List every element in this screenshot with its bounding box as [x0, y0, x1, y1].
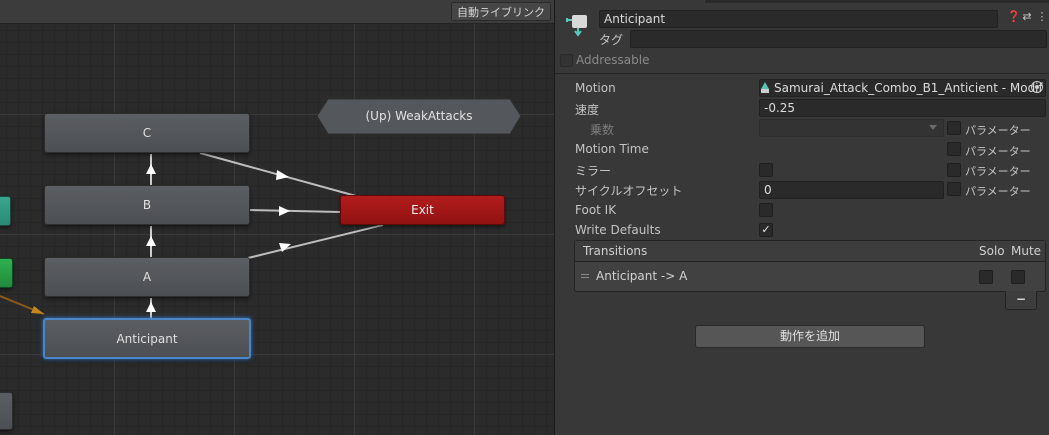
- remove-transition-button[interactable]: −: [1005, 291, 1037, 310]
- speed-field[interactable]: -0.25: [759, 99, 1046, 117]
- tag-field[interactable]: [630, 30, 1047, 48]
- inspector-top-bar: [705, 0, 1049, 3]
- entry-node[interactable]: [0, 258, 13, 288]
- animation-clip-icon: [761, 82, 769, 93]
- state-machine-label: (Up) WeakAttacks: [365, 109, 473, 123]
- mirror-parameter-checkbox[interactable]: [947, 163, 961, 177]
- foot-ik-checkbox[interactable]: [759, 203, 773, 217]
- state-node-label: Anticipant: [116, 331, 178, 346]
- transition-mute-checkbox[interactable]: [1011, 270, 1025, 284]
- exit-node-label: Exit: [411, 203, 434, 217]
- state-node-a[interactable]: A: [44, 257, 250, 297]
- state-node-label: A: [142, 270, 152, 284]
- motion-time-parameter-label: パラメーター: [965, 145, 1031, 158]
- more-icon[interactable]: ⋮: [1036, 10, 1048, 24]
- cycle-offset-field[interactable]: 0: [759, 181, 944, 199]
- multiplier-parameter-label: パラメーター: [965, 124, 1031, 137]
- transition-row-label: Anticipant -> A: [596, 269, 688, 283]
- cycle-offset-label: サイクルオフセット: [575, 184, 683, 198]
- transitions-list: Transitions Solo Mute Anticipant -> A: [574, 240, 1046, 292]
- animator-state-icon: [566, 15, 587, 37]
- mirror-parameter-label: パラメーター: [965, 165, 1031, 178]
- state-node-label: B: [142, 198, 152, 212]
- drag-handle-icon[interactable]: [581, 274, 589, 278]
- any-state-node[interactable]: [0, 196, 11, 226]
- transition-b-to-exit: [249, 209, 342, 213]
- multiplier-dropdown[interactable]: [759, 119, 944, 137]
- write-defaults-checkbox[interactable]: ✓: [759, 223, 773, 237]
- add-behaviour-button[interactable]: 動作を追加: [695, 325, 925, 348]
- foot-ik-label: Foot IK: [575, 203, 617, 217]
- state-node-anticipant[interactable]: Anticipant: [43, 318, 251, 359]
- state-name-field[interactable]: Anticipant: [599, 10, 998, 28]
- solo-column-label: Solo: [979, 244, 1005, 258]
- state-node-b[interactable]: B: [44, 185, 250, 225]
- state-node-c[interactable]: C: [44, 113, 250, 153]
- exit-node[interactable]: Exit: [340, 195, 505, 225]
- motion-field[interactable]: Samurai_Attack_Combo_B1_Anticient - Modi…: [759, 79, 1046, 97]
- speed-label: 速度: [575, 103, 600, 117]
- mute-column-label: Mute: [1011, 244, 1042, 258]
- mirror-label: ミラー: [575, 164, 612, 178]
- addressable-checkbox[interactable]: [560, 54, 573, 67]
- help-icon[interactable]: ❓: [1007, 10, 1021, 24]
- cycle-offset-parameter-checkbox[interactable]: [947, 182, 961, 196]
- multiplier-parameter-checkbox[interactable]: [947, 121, 961, 135]
- transitions-header: Transitions Solo Mute: [575, 241, 1045, 262]
- transitions-title: Transitions: [583, 244, 648, 258]
- dropdown-arrow-icon: [929, 125, 937, 130]
- motion-label: Motion: [575, 81, 616, 95]
- transition-a-to-exit: [247, 224, 384, 259]
- write-defaults-label: Write Defaults: [575, 223, 661, 237]
- tag-label: タグ: [599, 33, 624, 47]
- state-machine-node-weak-attacks[interactable]: (Up) WeakAttacks: [316, 98, 522, 135]
- motion-time-label: Motion Time: [575, 142, 649, 156]
- addressable-label: Addressable: [576, 53, 650, 67]
- transition-row[interactable]: Anticipant -> A: [575, 263, 1045, 291]
- mirror-checkbox[interactable]: [759, 163, 773, 177]
- cycle-offset-parameter-label: パラメーター: [965, 185, 1031, 198]
- object-picker-icon[interactable]: [1031, 81, 1043, 93]
- animator-graph[interactable]: 自動ライブリンク C B A Anticipant Exit (Up) Weak…: [0, 0, 554, 435]
- state-node-label: C: [142, 126, 152, 140]
- divider: [555, 73, 1049, 74]
- preset-icon[interactable]: ⇄: [1021, 10, 1033, 24]
- transition-solo-checkbox[interactable]: [979, 270, 993, 284]
- inspector-panel: Anticipant ❓ ⇄ ⋮ タグ Addressable Motion S…: [554, 0, 1049, 435]
- state-node-partial[interactable]: [0, 392, 13, 430]
- multiplier-label: 乗数: [590, 123, 615, 137]
- motion-time-parameter-checkbox[interactable]: [947, 142, 961, 156]
- entry-arrow-head: [31, 306, 44, 314]
